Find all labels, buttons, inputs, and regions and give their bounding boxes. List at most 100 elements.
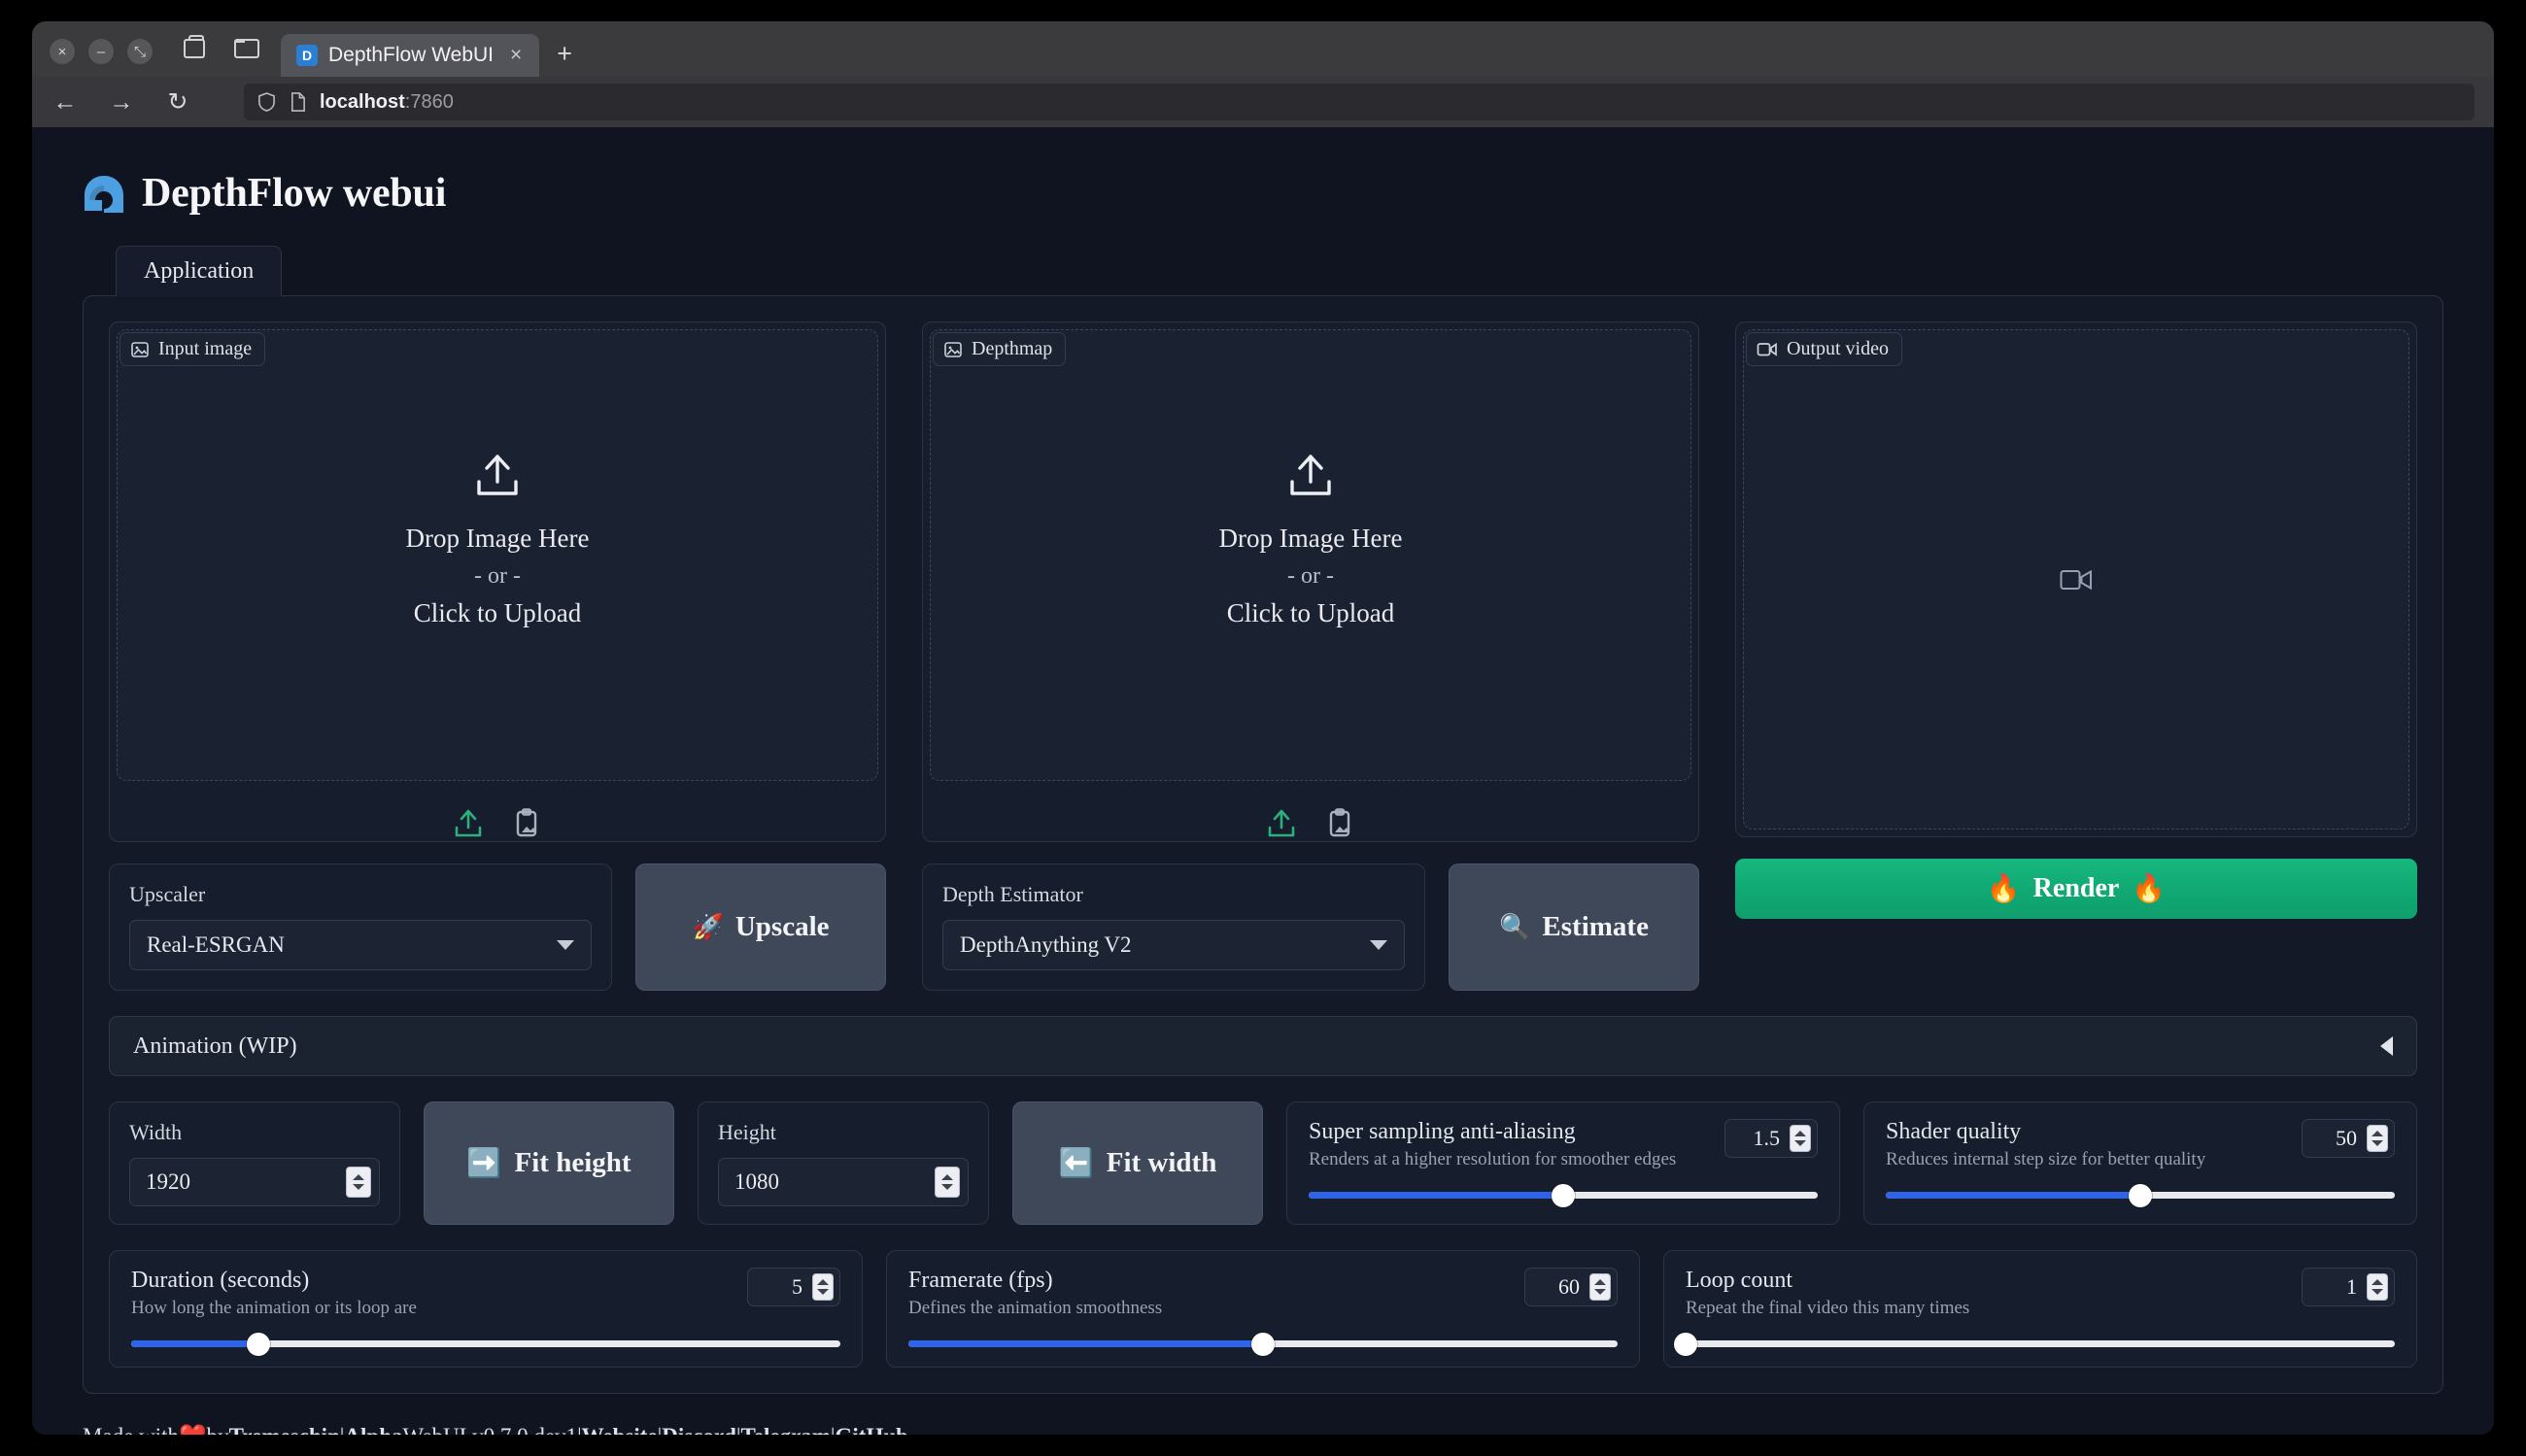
- loop-count-slider[interactable]: [1686, 1340, 2395, 1347]
- footer-link-github[interactable]: GitHub: [836, 1424, 908, 1436]
- shader-quality-stepper[interactable]: [2367, 1125, 2388, 1152]
- loop-count-title: Loop count: [1686, 1268, 1969, 1294]
- tab-close-icon[interactable]: ×: [504, 44, 528, 67]
- input-drop-line-2: Click to Upload: [414, 593, 581, 634]
- ssaa-title: Super sampling anti-aliasing: [1309, 1119, 1676, 1145]
- page-title-text: DepthFlow webui: [142, 170, 446, 217]
- shader-quality-value-input[interactable]: 50: [2302, 1119, 2395, 1158]
- back-icon[interactable]: ←: [51, 90, 79, 115]
- ssaa-slider-group: Super sampling anti-aliasing Renders at …: [1286, 1101, 1840, 1225]
- window-list-icon[interactable]: [234, 39, 259, 62]
- magnifier-icon: 🔍: [1499, 913, 1530, 942]
- render-button[interactable]: 🔥 Render 🔥: [1735, 859, 2417, 919]
- depthmap-drop-or: - or -: [1287, 563, 1334, 590]
- ssaa-value-input[interactable]: 1.5: [1724, 1119, 1818, 1158]
- output-video-column: Output video 🔥 Render: [1735, 322, 2417, 991]
- framerate-slider[interactable]: [908, 1340, 1618, 1347]
- ssaa-stepper[interactable]: [1790, 1125, 1811, 1152]
- window-maximize-button[interactable]: ⤡: [127, 39, 153, 64]
- footer-link-telegram[interactable]: Telegram: [741, 1424, 831, 1436]
- tab-application[interactable]: Application: [116, 246, 282, 296]
- video-placeholder-icon: [2060, 567, 2093, 593]
- upload-file-icon[interactable]: [452, 807, 485, 840]
- width-stepper[interactable]: [346, 1167, 371, 1198]
- arrow-right-icon: ➡️: [466, 1147, 501, 1180]
- output-video-panel: Output video: [1735, 322, 2417, 837]
- depthmap-panel: Depthmap Drop Image Here - or -: [922, 322, 1699, 842]
- image-icon: [943, 340, 963, 359]
- framerate-value-input[interactable]: 60: [1524, 1268, 1618, 1306]
- input-drop-line-1: Drop Image Here: [406, 519, 590, 559]
- input-image-panel: Input image Drop Image Here - or -: [109, 322, 886, 842]
- depth-estimator-field: Depth Estimator DepthAnything V2: [922, 863, 1425, 991]
- footer-link-discord[interactable]: Discord: [662, 1424, 736, 1436]
- duration-value-input[interactable]: 5: [747, 1268, 840, 1306]
- shader-quality-slider[interactable]: [1886, 1192, 2395, 1199]
- page-viewport: DepthFlow webui Application: [32, 127, 2494, 1435]
- browser-tabstrip: D DepthFlow WebUI × +: [281, 34, 590, 77]
- duration-slider[interactable]: [131, 1340, 840, 1347]
- framerate-slider-group: Framerate (fps) Defines the animation sm…: [886, 1250, 1640, 1368]
- forward-icon[interactable]: →: [108, 90, 135, 115]
- loop-count-value-input[interactable]: 1: [2302, 1268, 2395, 1306]
- upload-file-icon[interactable]: [1265, 807, 1298, 840]
- upscale-button[interactable]: 🚀 Upscale: [635, 863, 886, 991]
- browser-navbar: ← → ↻ localhost:7860: [32, 77, 2494, 127]
- width-value: 1920: [146, 1169, 190, 1195]
- new-tab-button[interactable]: +: [539, 41, 590, 77]
- input-image-panel-label-text: Input image: [158, 338, 252, 360]
- upscale-button-label: Upscale: [735, 911, 830, 943]
- arrow-left-icon: ⬅️: [1059, 1147, 1094, 1180]
- fit-width-button[interactable]: ⬅️ Fit width: [1012, 1101, 1263, 1225]
- width-input[interactable]: 1920: [129, 1158, 380, 1206]
- fit-width-button-label: Fit width: [1107, 1147, 1217, 1179]
- animation-accordion[interactable]: Animation (WIP): [109, 1016, 2417, 1076]
- paste-image-icon[interactable]: [510, 807, 543, 840]
- browser-window: × – ⤡ D DepthFlow WebUI × + ← → ↻: [32, 21, 2494, 1435]
- footer-version: WebUI v0.7.0.dev1: [403, 1424, 578, 1436]
- framerate-title: Framerate (fps): [908, 1268, 1162, 1294]
- duration-stepper[interactable]: [812, 1273, 834, 1301]
- window-close-button[interactable]: ×: [50, 39, 75, 64]
- footer-link-website[interactable]: Website: [582, 1424, 658, 1436]
- ssaa-slider[interactable]: [1309, 1192, 1818, 1199]
- input-image-column: Input image Drop Image Here - or -: [109, 322, 886, 991]
- height-label: Height: [718, 1120, 969, 1145]
- url-text: localhost:7860: [320, 91, 454, 114]
- fit-height-button[interactable]: ➡️ Fit height: [424, 1101, 674, 1225]
- depthflow-logo-icon: [83, 174, 125, 213]
- upscaler-value: Real-ESRGAN: [147, 932, 285, 958]
- upscaler-select[interactable]: Real-ESRGAN: [129, 920, 592, 970]
- framerate-desc: Defines the animation smoothness: [908, 1298, 1162, 1319]
- timing-row: Duration (seconds) How long the animatio…: [109, 1250, 2417, 1368]
- depthmap-dropzone[interactable]: Drop Image Here - or - Click to Upload: [930, 329, 1691, 781]
- width-field: Width 1920: [109, 1101, 400, 1225]
- framerate-value: 60: [1558, 1274, 1580, 1300]
- fit-height-button-label: Fit height: [515, 1147, 632, 1179]
- depth-estimator-select[interactable]: DepthAnything V2: [942, 920, 1405, 970]
- footer-alpha: Alpha: [344, 1424, 402, 1436]
- footer-credits: Made with ❤️ by Tremeschin | Alpha WebUI…: [83, 1423, 2443, 1435]
- framerate-stepper[interactable]: [1589, 1273, 1611, 1301]
- window-minimize-button[interactable]: –: [88, 39, 114, 64]
- browser-tab-depthflow[interactable]: D DepthFlow WebUI ×: [281, 34, 539, 77]
- output-video-placeholder[interactable]: [1743, 329, 2409, 830]
- input-image-dropzone[interactable]: Drop Image Here - or - Click to Upload: [117, 329, 878, 781]
- render-button-label: Render: [2033, 873, 2120, 904]
- ui-tabstrip: Application: [83, 246, 2443, 296]
- footer-by: by: [207, 1424, 229, 1436]
- reload-icon[interactable]: ↻: [164, 90, 191, 115]
- height-stepper[interactable]: [935, 1167, 960, 1198]
- input-image-actions: [118, 807, 877, 840]
- ssaa-value: 1.5: [1754, 1126, 1781, 1151]
- loop-count-stepper[interactable]: [2367, 1273, 2388, 1301]
- ssaa-desc: Renders at a higher resolution for smoot…: [1309, 1149, 1676, 1170]
- height-input[interactable]: 1080: [718, 1158, 969, 1206]
- address-bar[interactable]: localhost:7860: [244, 84, 2475, 120]
- loop-count-desc: Repeat the final video this many times: [1686, 1298, 1969, 1319]
- archive-box-icon[interactable]: [184, 39, 209, 62]
- height-field: Height 1080: [698, 1101, 989, 1225]
- estimate-button[interactable]: 🔍 Estimate: [1449, 863, 1699, 991]
- chrome-icon-group: [170, 39, 281, 77]
- paste-image-icon[interactable]: [1323, 807, 1356, 840]
